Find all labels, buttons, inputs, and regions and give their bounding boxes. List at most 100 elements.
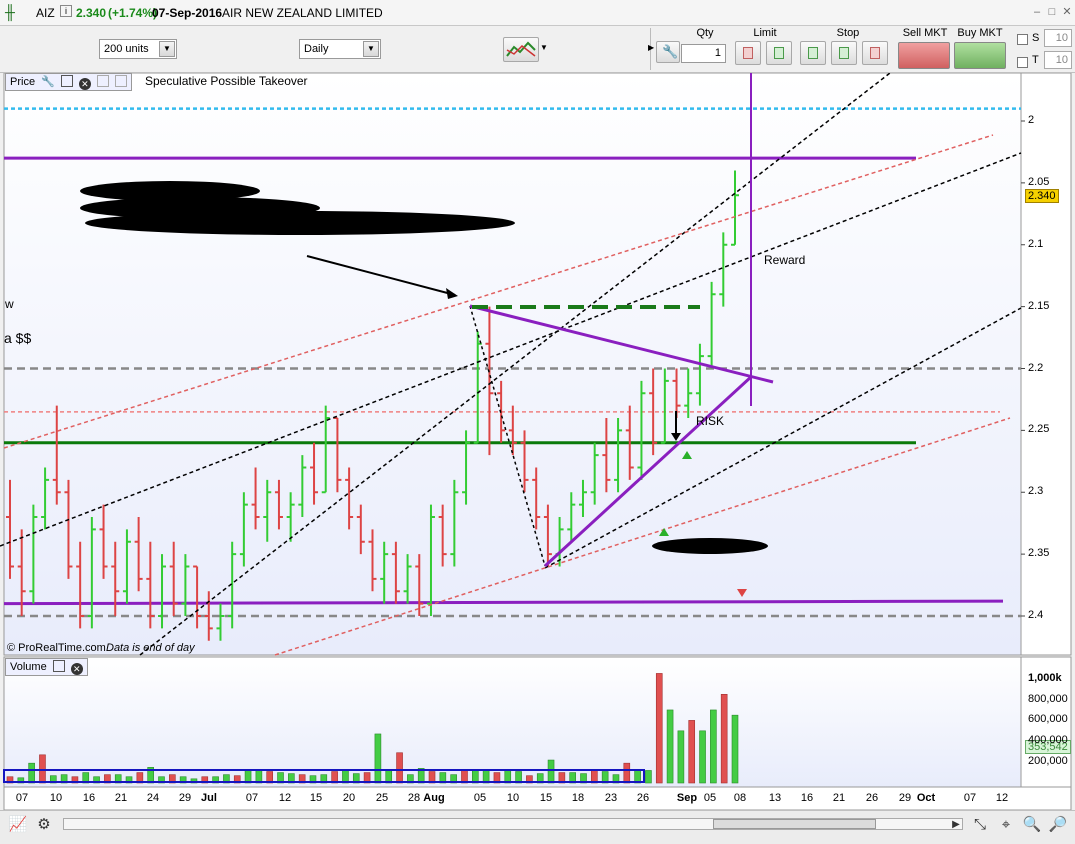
date-tick-label: 08 [733, 792, 747, 804]
redaction-mark [652, 538, 768, 554]
s-checkbox[interactable] [1017, 34, 1028, 45]
indicators-dropdown-icon[interactable]: ▼ [540, 43, 548, 52]
last-price: 2.340 [76, 6, 107, 20]
order-tools-button[interactable]: 🔧 [656, 41, 680, 63]
order-icon [808, 47, 818, 59]
date-tick-label: 26 [865, 792, 879, 804]
left-annotation-dollars: a $$ [4, 330, 32, 346]
volume-panel-tab[interactable]: Volume ✕ [5, 658, 88, 676]
t-value: 10 [1055, 54, 1068, 66]
date-tick-label: 29 [898, 792, 912, 804]
s-stepper[interactable]: 10 [1044, 29, 1072, 47]
chevron-down-icon[interactable]: ▼ [159, 41, 175, 57]
order-icon [870, 47, 880, 59]
stop-limit-button[interactable] [862, 41, 888, 65]
date-tick-label: 15 [309, 792, 323, 804]
indicator-chart-icon [506, 41, 536, 57]
date-tick-label: 16 [800, 792, 814, 804]
stop-buy-button[interactable] [800, 41, 826, 65]
price-tick-label: 2 [1028, 114, 1035, 126]
period-select[interactable]: Daily ▼ [299, 39, 381, 59]
window-icon[interactable] [52, 660, 65, 672]
minimize-icon[interactable]: – [1030, 5, 1044, 19]
units-select[interactable]: 200 units ▼ [99, 39, 177, 59]
indicators-button[interactable] [503, 37, 539, 62]
close-panel-icon[interactable]: ✕ [78, 78, 91, 90]
price-tick-label: 2.1 [1028, 237, 1044, 250]
collapse-arrow-icon[interactable]: ▶ [648, 43, 654, 52]
scrollbar-thumb[interactable] [713, 819, 876, 829]
date-tick-label: 24 [146, 792, 160, 804]
chevron-down-icon[interactable]: ▼ [363, 41, 379, 57]
zoom-in-icon[interactable]: 🔎 [1048, 815, 1068, 835]
symbol-label[interactable]: AIZ [36, 6, 55, 20]
left-annotation-w: w [5, 297, 14, 311]
risk-label: RISK [696, 414, 725, 428]
qty-input[interactable]: 1 [681, 44, 726, 63]
s-label: S [1032, 32, 1040, 44]
date-tick-label: 05 [473, 792, 487, 804]
volume-bar [504, 769, 512, 784]
settings-icon[interactable] [97, 75, 110, 87]
wrench-icon: 🔧 [662, 44, 679, 59]
volume-bar [731, 714, 739, 784]
price-tick-label: 2.2 [1028, 361, 1044, 374]
fit-icon[interactable]: ⤡ [970, 815, 990, 835]
date-tick-label: Oct [916, 792, 936, 804]
zoom-area-icon[interactable]: ⌖ [996, 815, 1016, 835]
volume-tick-label: 200,000 [1028, 755, 1068, 768]
date-tick-label: 05 [703, 792, 717, 804]
t-checkbox[interactable] [1017, 57, 1028, 68]
price-tick-label: 2.4 [1028, 609, 1044, 621]
stop-sell-button[interactable] [831, 41, 857, 65]
close-panel-icon[interactable]: ✕ [70, 663, 83, 675]
price-chart[interactable] [0, 73, 1075, 810]
sell-mkt-button[interactable] [898, 42, 950, 69]
order-icon [743, 47, 753, 59]
limit-buy-button[interactable] [735, 41, 761, 65]
units-value: 200 units [104, 43, 149, 55]
volume-bar [699, 730, 706, 784]
close-icon[interactable]: ✕ [1060, 5, 1074, 19]
reward-label: Reward [764, 253, 806, 267]
price-panel-tab[interactable]: Price 🔧 ✕ [5, 73, 133, 91]
end-of-day-note: Data is end of day [106, 642, 195, 654]
volume-bar [547, 759, 555, 784]
date-tick-label: 15 [539, 792, 553, 804]
price-tick-label: 2.3 [1028, 485, 1044, 498]
zoom-out-icon[interactable]: 🔍 [1022, 815, 1042, 835]
date-tick-label: 18 [571, 792, 585, 804]
date-tick-label: 10 [506, 792, 520, 804]
date-tick-label: 13 [768, 792, 782, 804]
chart-type-icon[interactable]: ╫ [5, 4, 15, 20]
date-tick-label: 21 [114, 792, 128, 804]
candle-icon[interactable]: ⚙ [34, 815, 54, 835]
volume-bar [720, 694, 728, 784]
window-icon[interactable] [60, 75, 73, 87]
date-tick-label: 21 [832, 792, 846, 804]
maximize-icon[interactable]: □ [1045, 5, 1059, 19]
date-tick-label: 28 [407, 792, 421, 804]
price-change: (+1.74%) [108, 6, 158, 20]
export-icon[interactable] [115, 75, 128, 87]
buy-mkt-button[interactable] [954, 42, 1006, 69]
scroll-right-icon[interactable]: ▶ [946, 815, 966, 835]
price-tick-label: 2.15 [1028, 299, 1050, 312]
order-icon [839, 47, 849, 59]
volume-tick-label: 400,000 [1028, 734, 1068, 747]
t-label: T [1032, 54, 1039, 66]
t-stepper[interactable]: 10 [1044, 51, 1072, 69]
limit-sell-button[interactable] [766, 41, 792, 65]
wrench-icon[interactable]: 🔧 [41, 76, 55, 88]
volume-bar [374, 733, 382, 784]
info-icon[interactable]: i [60, 5, 72, 17]
date-tick-label: 16 [82, 792, 96, 804]
price-tab-label: Price [10, 76, 36, 88]
volume-panel-bg [3, 656, 1022, 788]
volume-bar [655, 673, 663, 784]
price-tick-label: 2.35 [1028, 547, 1050, 560]
volume-bar [677, 730, 685, 784]
volume-tick-label: 600,000 [1028, 713, 1068, 726]
s-value: 10 [1055, 32, 1068, 44]
chart-icon[interactable]: 📈 [8, 815, 28, 835]
